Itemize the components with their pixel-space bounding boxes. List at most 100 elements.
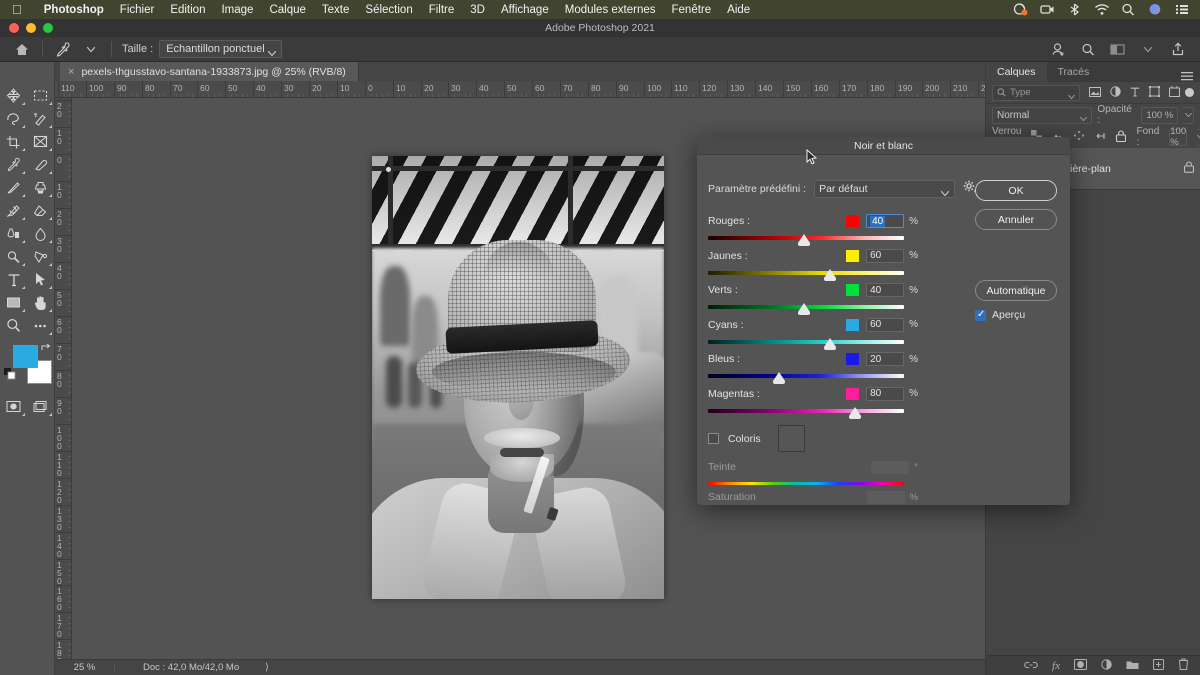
lock-position-icon[interactable] xyxy=(1073,130,1085,144)
rectangle-tool-icon[interactable] xyxy=(0,291,27,314)
quick-selection-tool-icon[interactable] xyxy=(27,107,54,130)
screen-record-icon[interactable] xyxy=(1013,3,1028,16)
delete-layer-icon[interactable] xyxy=(1178,657,1189,675)
home-icon[interactable] xyxy=(8,37,36,62)
coloris-color-chip[interactable] xyxy=(777,425,805,452)
panel-menu-icon[interactable] xyxy=(1181,68,1193,86)
quick-mask-icon[interactable] xyxy=(0,395,27,418)
foreground-color-swatch[interactable] xyxy=(13,345,38,368)
cancel-button[interactable]: Annuler xyxy=(975,209,1057,230)
slider-track-jaunes[interactable] xyxy=(708,268,904,281)
slider-thumb-jaunes[interactable] xyxy=(823,268,836,281)
opacity-stepper-icon[interactable] xyxy=(1183,106,1194,124)
brush-tool-icon[interactable] xyxy=(0,176,27,199)
slider-thumb-verts[interactable] xyxy=(798,303,811,315)
menu-item-filtre[interactable]: Filtre xyxy=(421,4,463,16)
path-selection-tool-icon[interactable] xyxy=(27,268,54,291)
menu-item-fenêtre[interactable]: Fenêtre xyxy=(664,4,720,16)
control-center-icon[interactable] xyxy=(1175,3,1190,16)
rectangular-marquee-tool-icon[interactable] xyxy=(27,84,54,107)
auto-button[interactable]: Automatique xyxy=(975,280,1057,301)
opacity-value[interactable]: 100 % xyxy=(1141,106,1179,124)
slider-track-rouges[interactable] xyxy=(708,234,904,246)
slider-value-input-bleus[interactable]: 20 xyxy=(866,352,905,366)
preset-select[interactable]: Par défaut xyxy=(814,180,956,198)
wifi-icon[interactable] xyxy=(1094,3,1109,16)
eyedropper-tool-icon[interactable] xyxy=(0,153,27,176)
add-user-icon[interactable] xyxy=(1044,37,1072,62)
chevron-down-icon[interactable] xyxy=(1134,37,1162,62)
dodge-tool-icon[interactable] xyxy=(0,245,27,268)
eraser-tool-icon[interactable] xyxy=(27,199,54,222)
options-bar-grip[interactable] xyxy=(0,37,8,61)
menu-item-calque[interactable]: Calque xyxy=(261,4,313,16)
slider-thumb-cyans[interactable] xyxy=(823,337,836,350)
pixel-filter-icon[interactable] xyxy=(1089,84,1102,102)
history-brush-tool-icon[interactable] xyxy=(0,199,27,222)
share-icon[interactable] xyxy=(1164,37,1192,62)
menu-item-edition[interactable]: Edition xyxy=(162,4,213,16)
tab-traces[interactable]: Tracés xyxy=(1047,62,1101,82)
preview-checkbox[interactable] xyxy=(975,309,986,321)
apple-logo-icon[interactable]:  xyxy=(12,3,22,16)
document-tab[interactable]: × pexels-thgusstavo-santana-1933873.jpg … xyxy=(60,62,359,81)
document-info[interactable]: Doc : 42,0 Mo/42,0 Mo ⟩ xyxy=(115,662,269,673)
chevron-right-icon[interactable]: ⟩ xyxy=(265,662,269,673)
tool-preset-chevron-icon[interactable] xyxy=(77,37,105,62)
menu-item-fichier[interactable]: Fichier xyxy=(112,4,163,16)
screen-mode-icon[interactable] xyxy=(27,395,54,418)
layer-filter-select[interactable]: Type xyxy=(992,84,1081,101)
slider-track-magentas[interactable] xyxy=(708,406,904,419)
menu-item-affichage[interactable]: Affichage xyxy=(493,4,557,16)
blend-mode-select[interactable]: Normal xyxy=(992,106,1093,124)
tab-calques[interactable]: Calques xyxy=(986,62,1047,82)
lock-artboard-icon[interactable] xyxy=(1095,130,1106,144)
sample-size-select[interactable]: Echantillon ponctuel xyxy=(159,40,282,58)
menu-item-aide[interactable]: Aide xyxy=(719,4,758,16)
slider-track-bleus[interactable] xyxy=(708,372,904,384)
lock-all-icon[interactable] xyxy=(1116,129,1127,145)
add-mask-icon[interactable] xyxy=(1074,657,1087,675)
swap-colors-icon[interactable] xyxy=(41,343,52,357)
more-tools-icon[interactable] xyxy=(27,314,54,337)
eyedropper-tool-icon[interactable] xyxy=(49,37,77,62)
close-icon[interactable]: × xyxy=(68,66,74,78)
blur-tool-icon[interactable] xyxy=(27,222,54,245)
slider-value-input-rouges[interactable]: 40 xyxy=(866,214,905,228)
menu-item-3d[interactable]: 3D xyxy=(462,4,493,16)
new-layer-icon[interactable] xyxy=(1153,657,1164,675)
frame-tool-icon[interactable] xyxy=(27,130,54,153)
zoom-tool-icon[interactable] xyxy=(0,314,27,337)
workspace-icon[interactable] xyxy=(1104,37,1132,62)
spotlight-search-icon[interactable] xyxy=(1121,3,1136,16)
ok-button[interactable]: OK xyxy=(975,180,1057,201)
filter-toggle-switch[interactable] xyxy=(1185,88,1194,97)
zoom-level[interactable]: 25 % xyxy=(55,662,115,673)
vertical-ruler[interactable]: 20 10 0 10 20 30 40 50 60 70 80 90 100 110 120 130 140 15… xyxy=(55,98,72,659)
type-tool-icon[interactable] xyxy=(0,268,27,291)
slider-value-input-magentas[interactable]: 80 xyxy=(866,386,905,401)
move-tool-icon[interactable] xyxy=(0,84,27,107)
lasso-tool-icon[interactable] xyxy=(0,107,27,130)
crop-tool-icon[interactable] xyxy=(0,130,27,153)
document-canvas[interactable] xyxy=(372,156,664,599)
video-camera-icon[interactable] xyxy=(1040,3,1055,16)
fill-value[interactable]: 100 % xyxy=(1169,126,1188,148)
slider-value-input-cyans[interactable]: 60 xyxy=(866,317,905,332)
link-layers-icon[interactable] xyxy=(1024,657,1038,675)
search-icon[interactable] xyxy=(1074,37,1102,62)
shape-filter-icon[interactable] xyxy=(1149,84,1161,102)
slider-value-input-jaunes[interactable]: 60 xyxy=(866,248,905,263)
layer-style-fx-icon[interactable]: fx xyxy=(1052,660,1060,672)
menu-item-photoshop[interactable]: Photoshop xyxy=(36,4,112,16)
adjustment-layer-icon[interactable] xyxy=(1101,657,1112,675)
slider-value-input-verts[interactable]: 40 xyxy=(866,283,905,297)
adjustment-filter-icon[interactable] xyxy=(1110,84,1122,102)
black-and-white-dialog[interactable]: Noir et blanc Paramètre prédéfini : Par … xyxy=(697,137,1070,505)
menu-item-image[interactable]: Image xyxy=(213,4,261,16)
hue-input[interactable] xyxy=(871,460,910,474)
menu-item-modules-externes[interactable]: Modules externes xyxy=(557,4,664,16)
slider-thumb-bleus[interactable] xyxy=(772,372,785,384)
bluetooth-icon[interactable] xyxy=(1067,3,1082,16)
default-colors-icon[interactable] xyxy=(4,367,16,385)
